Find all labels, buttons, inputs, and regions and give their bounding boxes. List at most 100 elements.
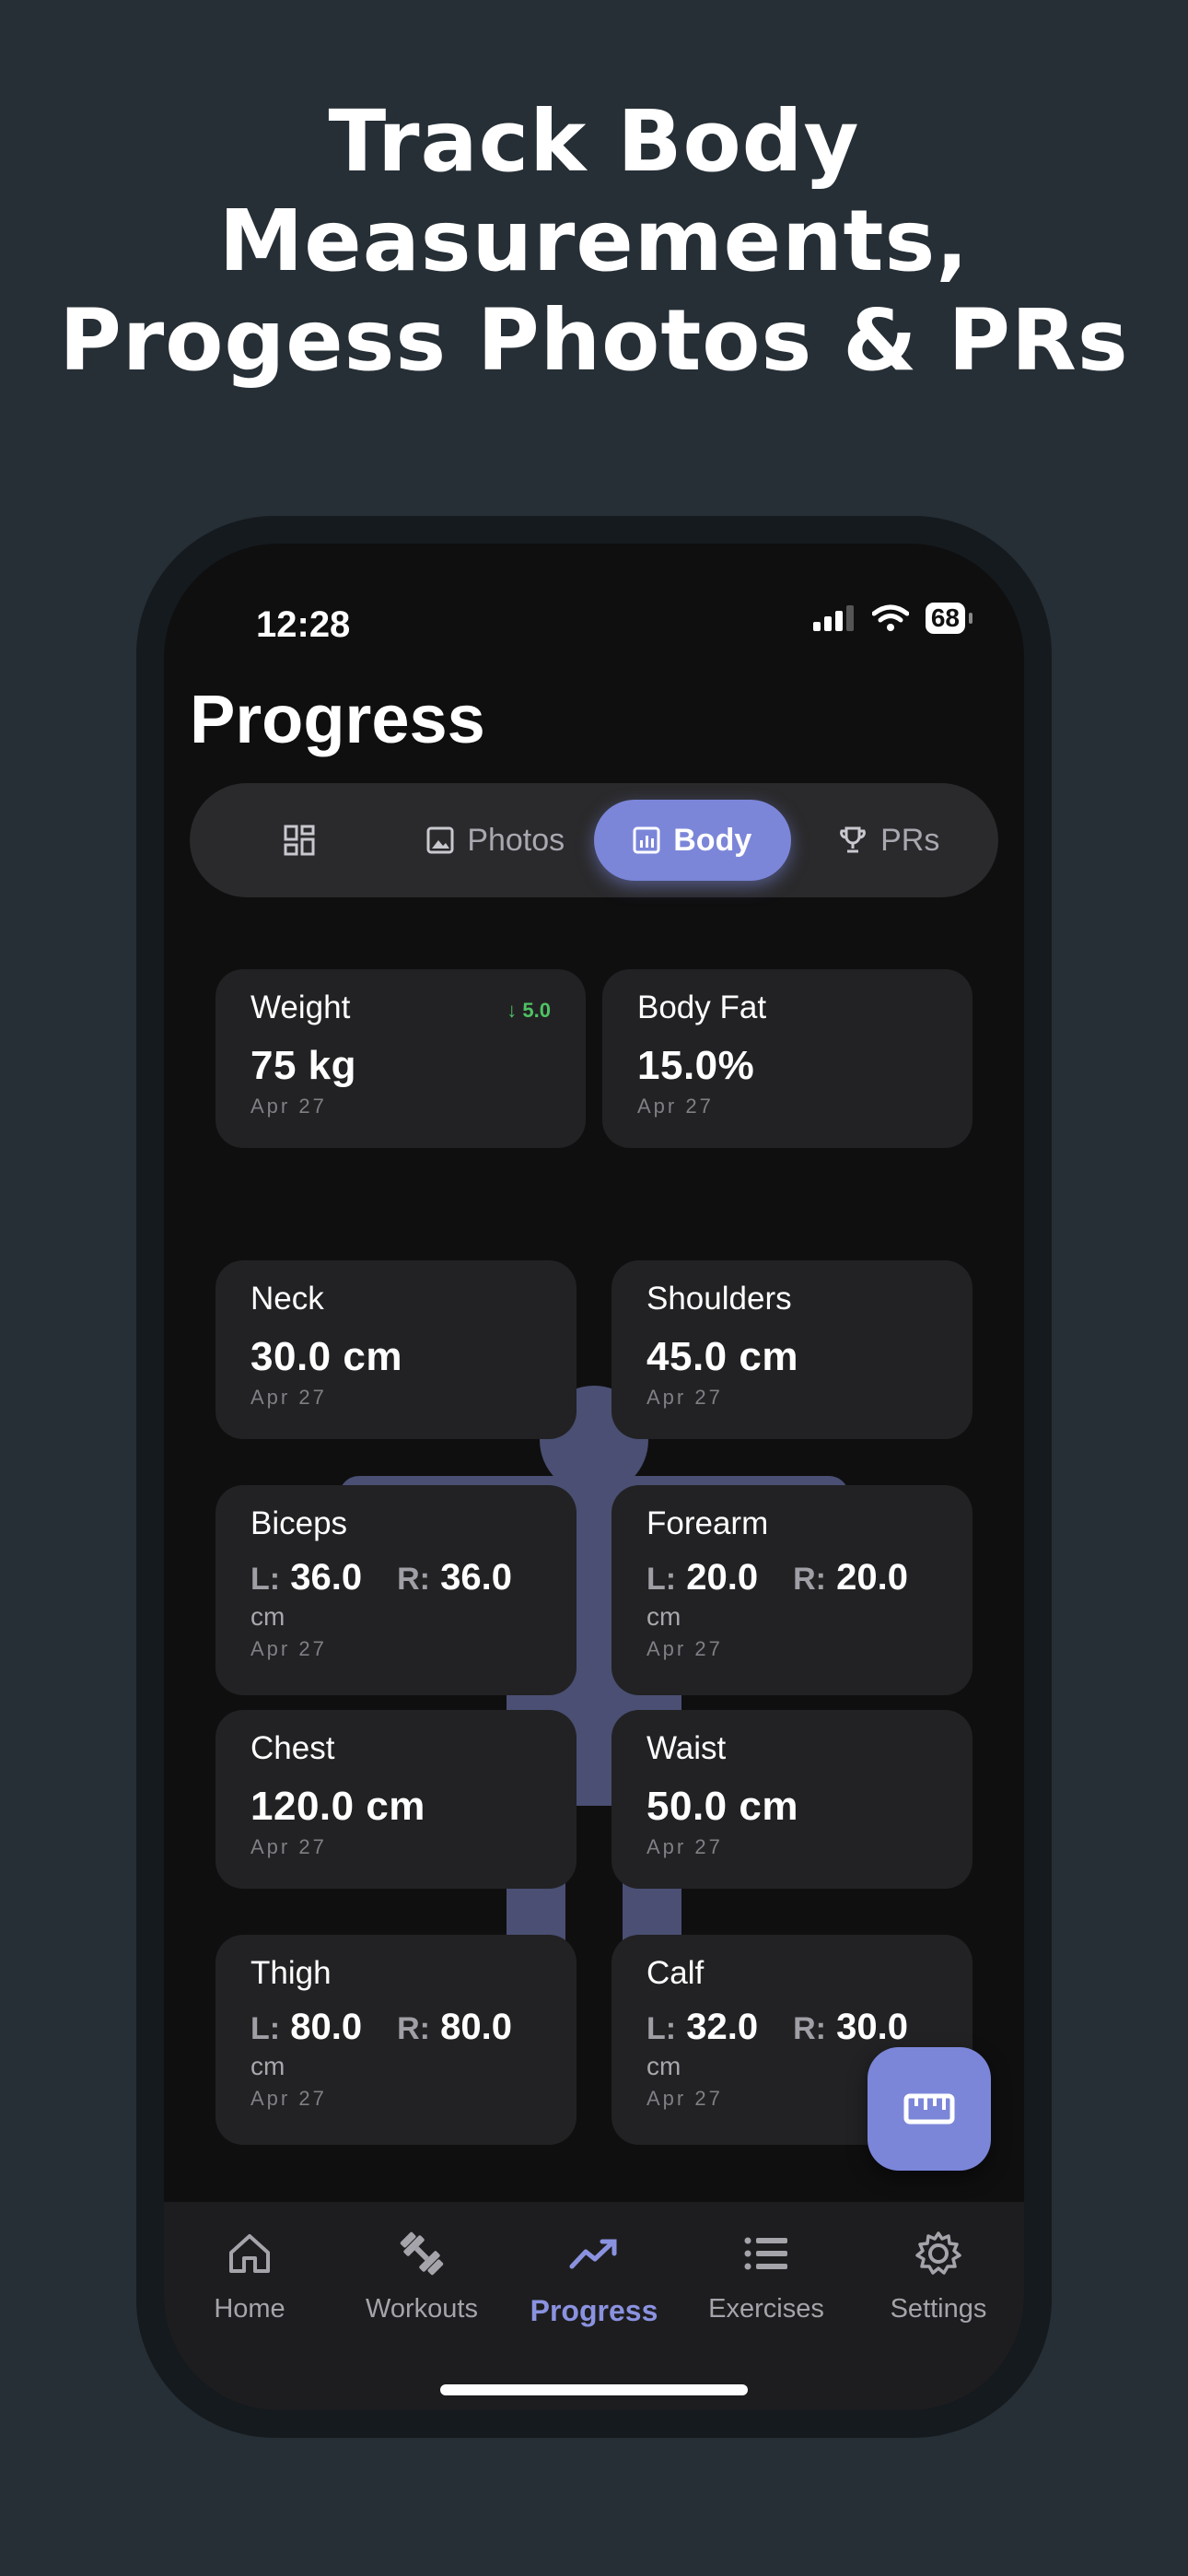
- tab-progress-label: Progress: [530, 2294, 658, 2327]
- thigh-right: R: 80.0: [397, 2007, 512, 2048]
- biceps-right-value: 36.0: [440, 1557, 512, 1598]
- trend-icon: [569, 2239, 617, 2269]
- tab-settings[interactable]: Settings: [853, 2226, 1024, 2324]
- body-fat-label: Body Fat: [637, 989, 767, 1025]
- tab-prs-label: PRs: [880, 822, 940, 858]
- thigh-unit: cm: [250, 2052, 285, 2080]
- chart-icon: [633, 826, 660, 854]
- neck-card[interactable]: Neck 30.0 cm Apr 27: [215, 1260, 577, 1439]
- status-time: 12:28: [256, 604, 351, 645]
- grid-icon: [284, 825, 315, 856]
- forearm-left-value: 20.0: [686, 1557, 759, 1598]
- thigh-label: Thigh: [250, 1955, 332, 1991]
- calf-left-key: L:: [646, 2011, 677, 2046]
- calf-right: R: 30.0: [793, 2007, 908, 2048]
- calf-left-value: 32.0: [686, 2007, 759, 2047]
- tab-body[interactable]: Body: [594, 800, 791, 881]
- waist-date: Apr 27: [646, 1835, 723, 1858]
- body-fat-value: 15.0%: [637, 1043, 755, 1088]
- thigh-right-value: 80.0: [440, 2007, 512, 2047]
- image-icon: [426, 826, 454, 854]
- segmented-control: Photos Body PRs: [190, 783, 998, 897]
- dumbbell-icon: [400, 2231, 444, 2276]
- weight-date: Apr 27: [250, 1095, 327, 1118]
- weight-label: Weight: [250, 989, 351, 1025]
- biceps-card[interactable]: Biceps L: 36.0 R: 36.0 cm Apr 27: [215, 1485, 577, 1695]
- tab-workouts[interactable]: Workouts: [336, 2226, 507, 2324]
- biceps-unit: cm: [250, 1602, 285, 1631]
- trophy-icon: [840, 826, 867, 853]
- tab-overview[interactable]: [201, 800, 398, 881]
- biceps-label: Biceps: [250, 1505, 348, 1541]
- waist-card[interactable]: Waist 50.0 cm Apr 27: [611, 1710, 973, 1889]
- shoulders-label: Shoulders: [646, 1281, 792, 1317]
- signal-icon: [812, 605, 854, 631]
- tab-exercises[interactable]: Exercises: [681, 2226, 852, 2324]
- list-icon: [744, 2237, 787, 2270]
- forearm-left-key: L:: [646, 1562, 677, 1597]
- forearm-right-value: 20.0: [836, 1557, 908, 1598]
- chest-date: Apr 27: [250, 1835, 327, 1858]
- wifi-icon: [871, 604, 909, 631]
- tab-settings-label: Settings: [890, 2294, 987, 2324]
- tab-home-label: Home: [214, 2294, 285, 2324]
- tab-photos-label: Photos: [467, 822, 565, 858]
- phone-frame: 12:28 68 Progress Photos Body PRs Weight…: [136, 516, 1052, 2438]
- biceps-date: Apr 27: [250, 1637, 327, 1660]
- add-measurement-button[interactable]: [868, 2047, 991, 2171]
- waist-value: 50.0 cm: [646, 1784, 798, 1829]
- weight-card[interactable]: Weight ↓ 5.0 75 kg Apr 27: [215, 969, 586, 1148]
- waist-label: Waist: [646, 1730, 727, 1766]
- headline-line-2: Measurements,: [218, 192, 970, 290]
- gear-icon: [915, 2231, 961, 2275]
- weight-change-badge: ↓ 5.0: [507, 999, 551, 1022]
- biceps-left-value: 36.0: [290, 1557, 363, 1598]
- tab-workouts-label: Workouts: [366, 2294, 478, 2324]
- thigh-left-value: 80.0: [290, 2007, 363, 2047]
- tab-prs[interactable]: PRs: [791, 800, 988, 881]
- neck-value: 30.0 cm: [250, 1334, 402, 1379]
- body-fat-card[interactable]: Body Fat 15.0% Apr 27: [602, 969, 973, 1148]
- calf-label: Calf: [646, 1955, 705, 1991]
- shoulders-value: 45.0 cm: [646, 1334, 798, 1379]
- forearm-card[interactable]: Forearm L: 20.0 R: 20.0 cm Apr 27: [611, 1485, 973, 1695]
- tab-home[interactable]: Home: [164, 2226, 335, 2324]
- bottom-tab-bar: Home Workouts Progress Exercises Setting…: [164, 2202, 1024, 2410]
- neck-label: Neck: [250, 1281, 324, 1317]
- battery-indicator: 68: [925, 603, 973, 634]
- thigh-card[interactable]: Thigh L: 80.0 R: 80.0 cm Apr 27: [215, 1935, 577, 2145]
- chest-value: 120.0 cm: [250, 1784, 425, 1829]
- forearm-date: Apr 27: [646, 1637, 723, 1660]
- headline-line-3: Progess Photos & PRs: [59, 291, 1129, 390]
- thigh-right-key: R:: [397, 2011, 430, 2046]
- home-icon: [229, 2234, 270, 2273]
- home-indicator: [440, 2384, 748, 2395]
- tab-photos[interactable]: Photos: [398, 800, 595, 881]
- biceps-values: L: 36.0 R: 36.0: [250, 1557, 542, 1598]
- forearm-label: Forearm: [646, 1505, 769, 1541]
- forearm-unit: cm: [646, 1602, 681, 1631]
- biceps-right-key: R:: [397, 1562, 430, 1597]
- shoulders-card[interactable]: Shoulders 45.0 cm Apr 27: [611, 1260, 973, 1439]
- phone-screen: 12:28 68 Progress Photos Body PRs Weight…: [164, 544, 1024, 2410]
- tab-progress[interactable]: Progress: [508, 2226, 680, 2328]
- promo-headline: Track Body Measurements, Progess Photos …: [0, 92, 1188, 391]
- calf-values: L: 32.0 R: 30.0: [646, 2007, 938, 2048]
- neck-date: Apr 27: [250, 1386, 327, 1409]
- tab-body-label: Body: [673, 822, 752, 858]
- weight-value: 75 kg: [250, 1043, 357, 1088]
- body-fat-date: Apr 27: [637, 1095, 714, 1118]
- biceps-right: R: 36.0: [397, 1557, 512, 1598]
- biceps-left: L: 36.0: [250, 1557, 362, 1598]
- thigh-left: L: 80.0: [250, 2007, 362, 2048]
- forearm-right-key: R:: [793, 1562, 826, 1597]
- page-title: Progress: [190, 681, 485, 757]
- calf-right-value: 30.0: [836, 2007, 908, 2047]
- status-icons: 68: [812, 603, 973, 634]
- chest-label: Chest: [250, 1730, 335, 1766]
- tab-exercises-label: Exercises: [708, 2294, 824, 2324]
- chest-card[interactable]: Chest 120.0 cm Apr 27: [215, 1710, 577, 1889]
- thigh-left-key: L:: [250, 2011, 281, 2046]
- forearm-right: R: 20.0: [793, 1557, 908, 1598]
- forearm-left: L: 20.0: [646, 1557, 758, 1598]
